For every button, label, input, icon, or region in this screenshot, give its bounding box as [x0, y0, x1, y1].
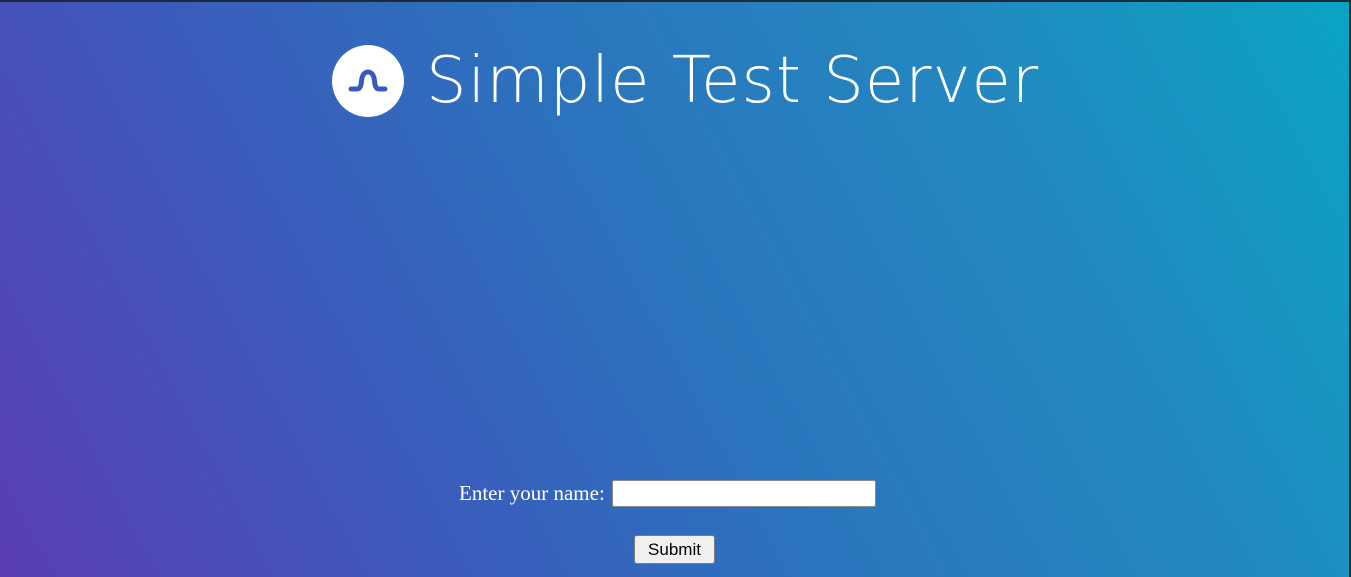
submit-button[interactable]: Submit — [634, 535, 715, 564]
name-input[interactable] — [611, 479, 876, 507]
name-label: Enter your name: — [459, 481, 605, 505]
name-form: Enter your name: — [459, 478, 876, 508]
wave-logo-glyph — [348, 69, 388, 92]
wave-logo-icon — [332, 45, 404, 117]
header-logo: Simple Test Server — [332, 44, 1039, 118]
window-top-border — [0, 0, 1351, 2]
page-title: Simple Test Server — [426, 44, 1040, 118]
